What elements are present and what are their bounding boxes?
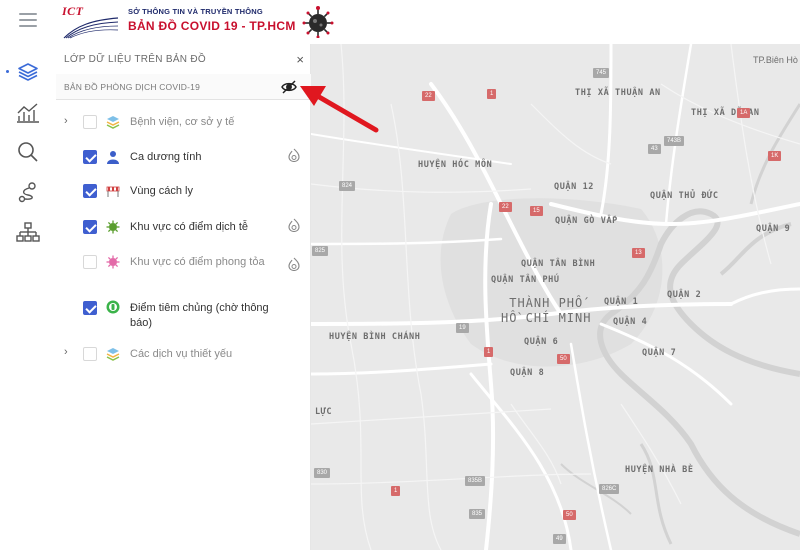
map-label-bien-hoa: TP.Biên Hò (753, 55, 798, 65)
virus-logo-icon (302, 6, 334, 38)
map-label-quan-1: QUẬN 1 (604, 297, 639, 307)
layer-row-essential-services[interactable]: › Các dịch vụ thiết yếu (56, 346, 311, 366)
road-shield: 49 (553, 534, 566, 544)
layer-row-positive-cases[interactable]: Ca dương tính (56, 148, 311, 168)
road-shield: 745 (593, 68, 610, 78)
road-shield: 19 (456, 323, 469, 333)
chevron-right-icon[interactable]: › (64, 115, 68, 127)
hospitals-checkbox[interactable] (83, 115, 97, 129)
road-shield: 1 (484, 347, 494, 357)
virus-green-icon (106, 220, 120, 234)
map-label-quan-4: QUẬN 4 (613, 317, 648, 327)
map-canvas[interactable]: THỊ XÃ THUẬN AN THỊ XÃ DĨ AN HUYỆN HÓC M… (311, 44, 800, 550)
map-label-luc: LỰC (315, 407, 333, 417)
road-shield: 826C (599, 484, 620, 494)
heatmap-flame-icon[interactable] (288, 218, 300, 232)
quarantine-checkbox[interactable] (83, 184, 97, 198)
layer-label: Vùng cách ly (130, 185, 193, 197)
map-label-city-line1: THÀNH PHỐ (509, 296, 584, 310)
lockdown-area-checkbox[interactable] (83, 255, 97, 269)
road-shield: 13 (632, 248, 645, 258)
road-shield: 43 (648, 144, 661, 154)
layer-label: Khu vực có điểm phong tỏa (130, 256, 265, 268)
layer-row-epidemic-area[interactable]: Khu vực có điểm dịch tễ (56, 218, 311, 238)
map-label-go-vap: QUẬN GÒ VẤP (555, 216, 618, 226)
hierarchy-icon[interactable] (14, 218, 42, 246)
section-bar: BẢN ĐỒ PHÒNG DỊCH COVID-19 (56, 74, 311, 100)
essential-services-checkbox[interactable] (83, 347, 97, 361)
barrier-icon (106, 186, 120, 197)
layer-label: Ca dương tính (130, 151, 202, 163)
layer-label: Khu vực có điểm dịch tễ (130, 221, 249, 233)
road-shield: 1 (391, 486, 401, 496)
map-label-quan-9: QUẬN 9 (756, 224, 791, 234)
hamburger-menu-icon[interactable] (19, 13, 37, 27)
app-root: ICT SỞ THÔNG TIN VÀ TRUYỀN THÔNG BẢN ĐỒ … (0, 0, 800, 550)
map-label-quan-8: QUẬN 8 (510, 368, 545, 378)
active-indicator (6, 70, 9, 73)
map-label-city-line2: HỒ CHÍ MINH (501, 311, 592, 325)
route-icon[interactable] (14, 178, 42, 206)
layer-label: Điểm tiêm chủng (chờ thông báo) (130, 302, 269, 329)
vaccine-pin-icon (106, 300, 120, 314)
chart-icon[interactable] (14, 98, 42, 126)
road-shield: 1K (768, 151, 782, 161)
road-shield: 825 (312, 246, 329, 256)
panel-title: LỚP DỮ LIỆU TRÊN BẢN ĐỒ (64, 54, 207, 65)
map-label-binh-chanh: HUYỆN BÌNH CHÁNH (329, 332, 421, 342)
header-subtitle: SỞ THÔNG TIN VÀ TRUYỀN THÔNG (128, 7, 263, 16)
top-bar: ICT SỞ THÔNG TIN VÀ TRUYỀN THÔNG BẢN ĐỒ … (0, 0, 800, 44)
map-label-quan-7: QUẬN 7 (642, 348, 677, 358)
layer-row-hospitals[interactable]: › Bệnh viện, cơ sở y tế (56, 114, 311, 134)
map-label-quan-2: QUẬN 2 (667, 290, 702, 300)
road-shield: 22 (499, 202, 512, 212)
map-label-quan-12: QUẬN 12 (554, 182, 595, 192)
road-shield: 835B (465, 476, 486, 486)
road-shield: 835 (469, 509, 486, 519)
road-shield: 50 (557, 354, 570, 364)
road-shield: 743B (664, 136, 685, 146)
layers-stack-icon (106, 116, 120, 129)
map-label-hoc-mon: HUYỆN HÓC MÔN (418, 160, 493, 170)
ict-logo: ICT (62, 4, 120, 40)
epidemic-area-checkbox[interactable] (83, 220, 97, 234)
header-title: BẢN ĐỒ COVID 19 - TP.HCM (128, 19, 296, 33)
map-label-tan-binh: QUẬN TÂN BÌNH (521, 259, 596, 269)
layers-icon[interactable] (14, 58, 42, 86)
road-shield: 50 (563, 510, 576, 520)
map-label-thu-duc: QUẬN THỦ ĐỨC (650, 191, 719, 201)
eye-off-icon[interactable] (281, 79, 297, 95)
road-shield: 1 (487, 89, 497, 99)
vaccination-checkbox[interactable] (83, 301, 97, 315)
map-label-thuan-an: THỊ XÃ THUẬN AN (575, 88, 661, 98)
heatmap-flame-icon[interactable] (288, 148, 300, 162)
positive-cases-checkbox[interactable] (83, 150, 97, 164)
layers-stack-icon (106, 348, 120, 361)
virus-pink-icon (106, 255, 120, 269)
header-title-block: SỞ THÔNG TIN VÀ TRUYỀN THÔNG BẢN ĐỒ COVI… (128, 7, 296, 33)
map-label-tan-phu: QUẬN TÂN PHÚ (491, 275, 560, 285)
layer-label: Bệnh viện, cơ sở y tế (130, 116, 235, 128)
close-icon[interactable]: × (296, 52, 304, 67)
map-label-quan-6: QUẬN 6 (524, 337, 559, 347)
person-icon (107, 151, 119, 164)
section-title: BẢN ĐỒ PHÒNG DỊCH COVID-19 (64, 82, 201, 92)
layer-row-vaccination-sites[interactable]: Điểm tiêm chủng (chờ thông báo) (56, 300, 311, 334)
search-icon[interactable] (14, 138, 42, 166)
map-label-nha-be: HUYỆN NHÀ BÈ (625, 465, 694, 475)
chevron-right-icon[interactable]: › (64, 346, 68, 358)
road-shield: 22 (422, 91, 435, 101)
side-rail (0, 44, 56, 550)
panel-header: LỚP DỮ LIỆU TRÊN BẢN ĐỒ × (64, 52, 304, 68)
heatmap-flame-icon[interactable] (288, 257, 300, 271)
road-shield: 15 (530, 206, 543, 216)
layer-panel: LỚP DỮ LIỆU TRÊN BẢN ĐỒ × BẢN ĐỒ PHÒNG D… (56, 44, 311, 550)
layer-label: Các dịch vụ thiết yếu (130, 348, 233, 360)
road-shield: 1A (737, 108, 751, 118)
layer-row-lockdown-area[interactable]: Khu vực có điểm phong tỏa (56, 254, 311, 288)
road-shield: 824 (339, 181, 356, 191)
map-label-city: THÀNH PHỐ HỒ CHÍ MINH (501, 296, 591, 326)
road-shield: 830 (314, 468, 331, 478)
layer-row-quarantine-zone[interactable]: Vùng cách ly (56, 183, 311, 203)
